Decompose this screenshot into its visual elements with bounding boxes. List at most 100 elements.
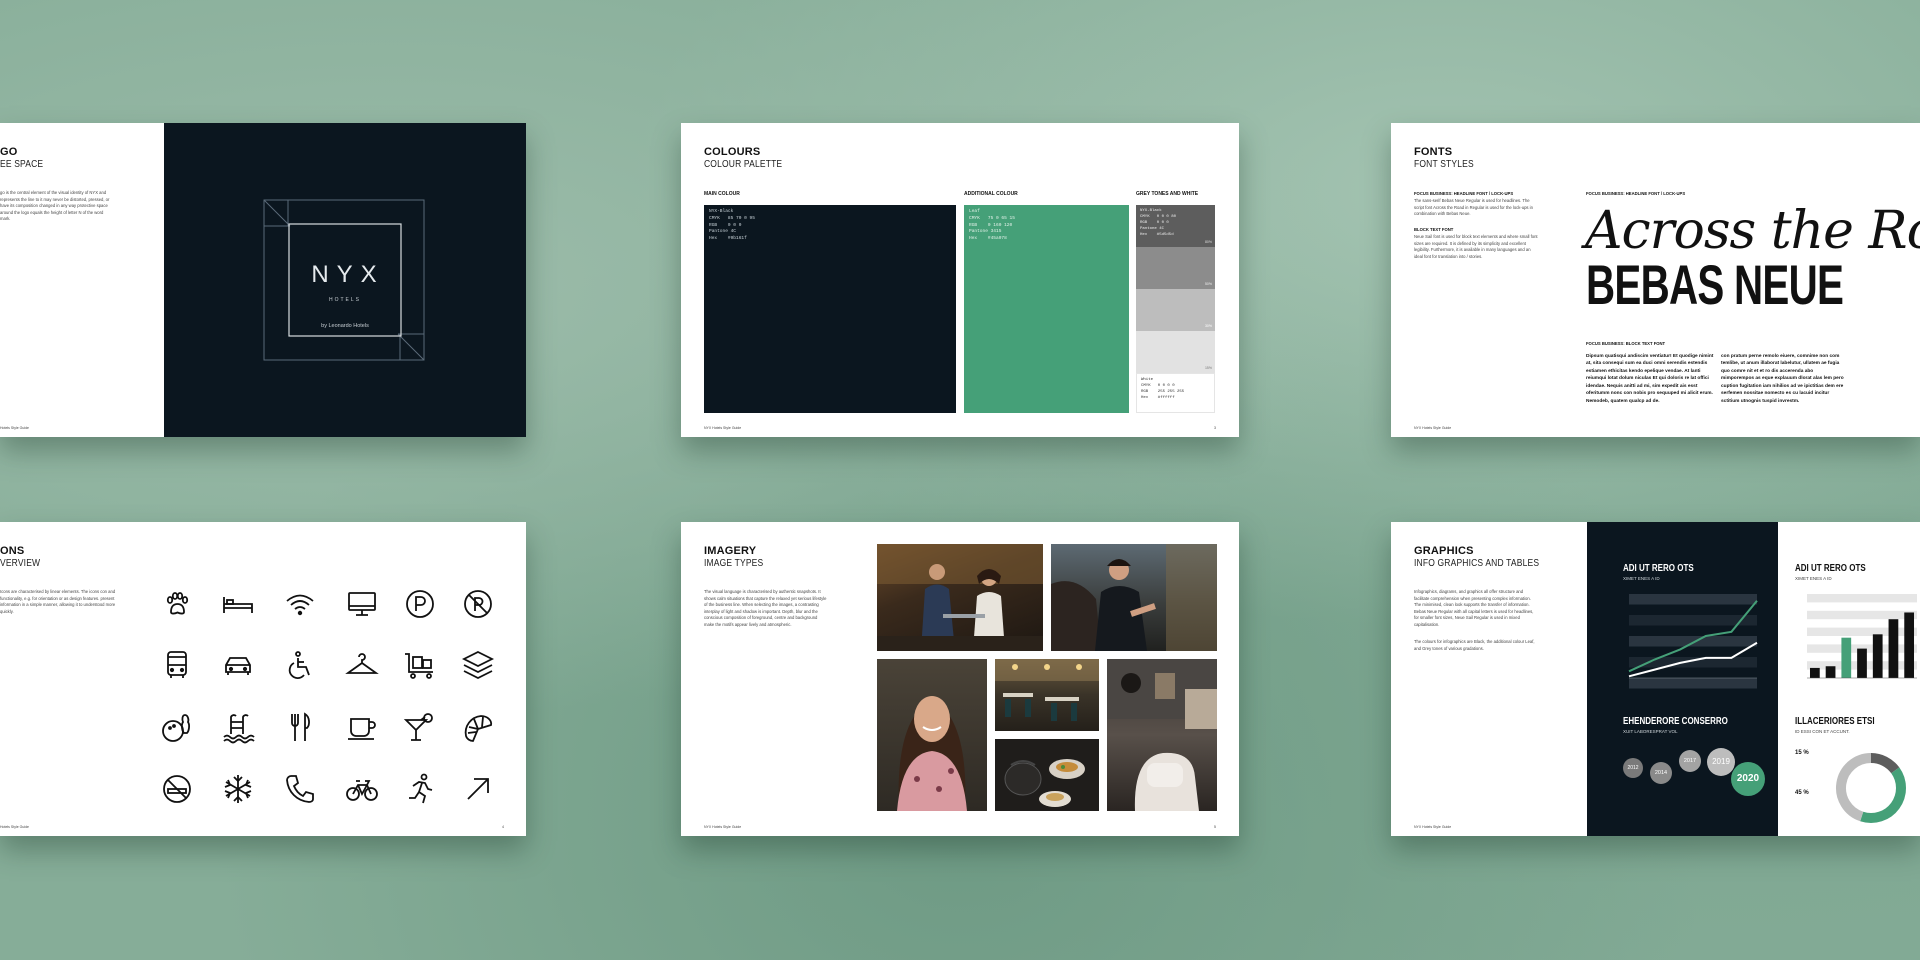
- year-bubble: 2019: [1707, 748, 1735, 776]
- page-body: go is the central element of the visual …: [0, 190, 110, 221]
- no-parking-icon: [461, 587, 495, 621]
- page-footer: NYX Hotels Style Guide: [704, 426, 742, 430]
- page-footer: Hotels Style Guide: [0, 825, 29, 829]
- swatch-grey-15: 15%: [1136, 331, 1215, 373]
- graphics-page: GRAPHICS INFO GRAPHICS AND TABLES Infogr…: [1391, 522, 1920, 836]
- page-subtitle: EE SPACE: [0, 159, 44, 170]
- paw-icon: [160, 587, 194, 621]
- page-subtitle: VERVIEW: [0, 558, 41, 569]
- logo-page: GO EE SPACE go is the central element of…: [0, 123, 526, 437]
- page-subtitle: COLOUR PALETTE: [704, 159, 783, 170]
- block-font-body: Neue Sail font is used for block text el…: [1414, 234, 1538, 259]
- grid-band: [1807, 627, 1917, 636]
- photo-tea-food: [995, 739, 1099, 811]
- page-title: IMAGERY: [704, 545, 757, 557]
- grey-tones-label: GREY TONES AND WHITE: [1136, 191, 1199, 197]
- cutlery-icon: [283, 711, 317, 745]
- logo-byline: by Leonardo Hotels: [321, 323, 369, 329]
- donut-chart-title: ILLACERIORES ETSI: [1795, 716, 1875, 727]
- block-font-label-2: FOCUS BUSINESS: BLOCK TEXT FONT: [1586, 341, 1666, 346]
- parking-icon: [403, 587, 437, 621]
- pool-icon: [221, 711, 255, 745]
- page-number: 4: [502, 825, 504, 829]
- running-icon: [403, 772, 437, 806]
- year-bubble: 2012: [1623, 758, 1643, 778]
- bar: [1904, 612, 1915, 678]
- photo-business-meeting: [877, 544, 1043, 651]
- page-body: Icons are characterised by linear elemen…: [0, 589, 116, 614]
- bar-chart-subtitle: XIMET ENES A ID: [1795, 576, 1832, 581]
- grid-band: [1629, 636, 1757, 647]
- year-bubble: 2017: [1679, 750, 1701, 772]
- swatch-grey-30: 30%: [1136, 289, 1215, 331]
- chart-subtitle: XIMET ENES A ID: [1623, 576, 1660, 581]
- grey-pct: 80%: [1204, 240, 1212, 244]
- year-bubble-highlight: 2020: [1731, 762, 1765, 796]
- display-font-sample: BEBAS NEUE: [1586, 253, 1844, 316]
- donut-pct-2: 45 %: [1795, 790, 1809, 796]
- photo-hotel-room: [1107, 659, 1217, 811]
- logo-panel: NYX HOTELS by Leonardo Hotels: [164, 123, 526, 437]
- swatch-leaf: Leaf CMYK 75 0 65 15 RGB 0 160 120 Panto…: [964, 205, 1129, 413]
- colours-page: COLOURS COLOUR PALETTE MAIN COLOUR ADDIT…: [681, 123, 1239, 437]
- script-font-sample: Across the Road: [1585, 201, 1920, 261]
- headline-font-label: FOCUS BUSINESS: HEADLINE FONT / LOCK-UPS: [1414, 191, 1514, 196]
- timeline-title: EHENDERORE CONSERRO: [1623, 716, 1728, 727]
- layers-icon: [461, 648, 495, 682]
- logo-wordmark: NYX: [311, 261, 385, 288]
- page-body-1: Infographics, diagrams, and graphics all…: [1414, 589, 1534, 627]
- bar-chart: [1807, 594, 1917, 679]
- wifi-icon: [283, 587, 317, 621]
- grid-band: [1629, 678, 1757, 689]
- donut-slice: [1870, 753, 1900, 774]
- icons-page: ONS VERVIEW Icons are characterised by l…: [0, 522, 526, 836]
- page-number: 3: [1214, 426, 1216, 430]
- grey-pct: 30%: [1204, 324, 1212, 328]
- headline-font-label-2: FOCUS BUSINESS: HEADLINE FONT / LOCK-UPS: [1586, 191, 1686, 196]
- bed-icon: [221, 587, 255, 621]
- page-title: GRAPHICS: [1414, 545, 1474, 557]
- bar: [1857, 648, 1867, 678]
- page-footer: NYX Hotels Style Guide: [704, 825, 742, 829]
- swatch-grey-80: NYX-Black CMYK 0 0 0 80 RGB 0 0 0 Panton…: [1136, 205, 1215, 247]
- additional-colour-label: ADDITIONAL COLOUR: [964, 191, 1018, 197]
- page-title: FONTS: [1414, 146, 1453, 158]
- page-title: GO: [0, 146, 18, 158]
- logo-tagline: HOTELS: [328, 297, 361, 303]
- no-smoking-icon: [160, 772, 194, 806]
- swatch-text: White CMYK 0 0 0 0 RGB 255 255 255 Hex #…: [1141, 378, 1185, 400]
- page-subtitle: FONT STYLES: [1414, 159, 1474, 170]
- page-number: 5: [1214, 825, 1216, 829]
- bar: [1841, 637, 1852, 678]
- wheelchair-icon: [283, 648, 317, 682]
- bar-chart-title: ADI UT RERO OTS: [1795, 563, 1866, 574]
- infographics-panel: ADI UT RERO OTS XIMET ENES A ID EHENDERO…: [1587, 522, 1778, 836]
- bowling-icon: [160, 711, 194, 745]
- swatch-text: NYX-Black CMYK 85 70 0 95 RGB 0 0 0 Pant…: [709, 209, 755, 241]
- swatch-white: White CMYK 0 0 0 0 RGB 255 255 255 Hex #…: [1136, 373, 1215, 413]
- snowflake-icon: [221, 772, 255, 806]
- block-font-label: BLOCK TEXT FONT: [1414, 227, 1454, 232]
- page-title: COLOURS: [704, 146, 761, 158]
- headline-font-body: The sans-serif Bebas Neue Regular is use…: [1414, 198, 1533, 216]
- grid-band: [1629, 594, 1757, 605]
- donut-chart: [1836, 753, 1906, 823]
- photo-restaurant: [995, 659, 1099, 731]
- bar: [1888, 619, 1899, 678]
- bus-icon: [160, 648, 194, 682]
- donut-pct-1: 15 %: [1795, 750, 1809, 756]
- car-icon: [221, 648, 255, 682]
- main-colour-label: MAIN COLOUR: [704, 191, 740, 197]
- grey-pct: 50%: [1204, 282, 1212, 286]
- page-body-2: The colours for infographics are Black, …: [1414, 639, 1535, 651]
- donut-slice: [1860, 767, 1906, 823]
- imagery-page: IMAGERY IMAGE TYPES The visual language …: [681, 522, 1239, 836]
- swatch-nyx-black: NYX-Black CMYK 85 70 0 95 RGB 0 0 0 Pant…: [704, 205, 956, 413]
- bar: [1825, 666, 1836, 678]
- photo-smiling-woman: [877, 659, 987, 811]
- page-subtitle: INFO GRAPHICS AND TABLES: [1414, 558, 1540, 569]
- swatch-text: NYX-Black CMYK 0 0 0 80 RGB 0 0 0 Panton…: [1140, 209, 1177, 237]
- bicycle-icon: [345, 772, 379, 806]
- grid-band: [1807, 610, 1917, 620]
- block-text-sample-2: con pratum perne remolo eiuere, comnime …: [1721, 354, 1844, 404]
